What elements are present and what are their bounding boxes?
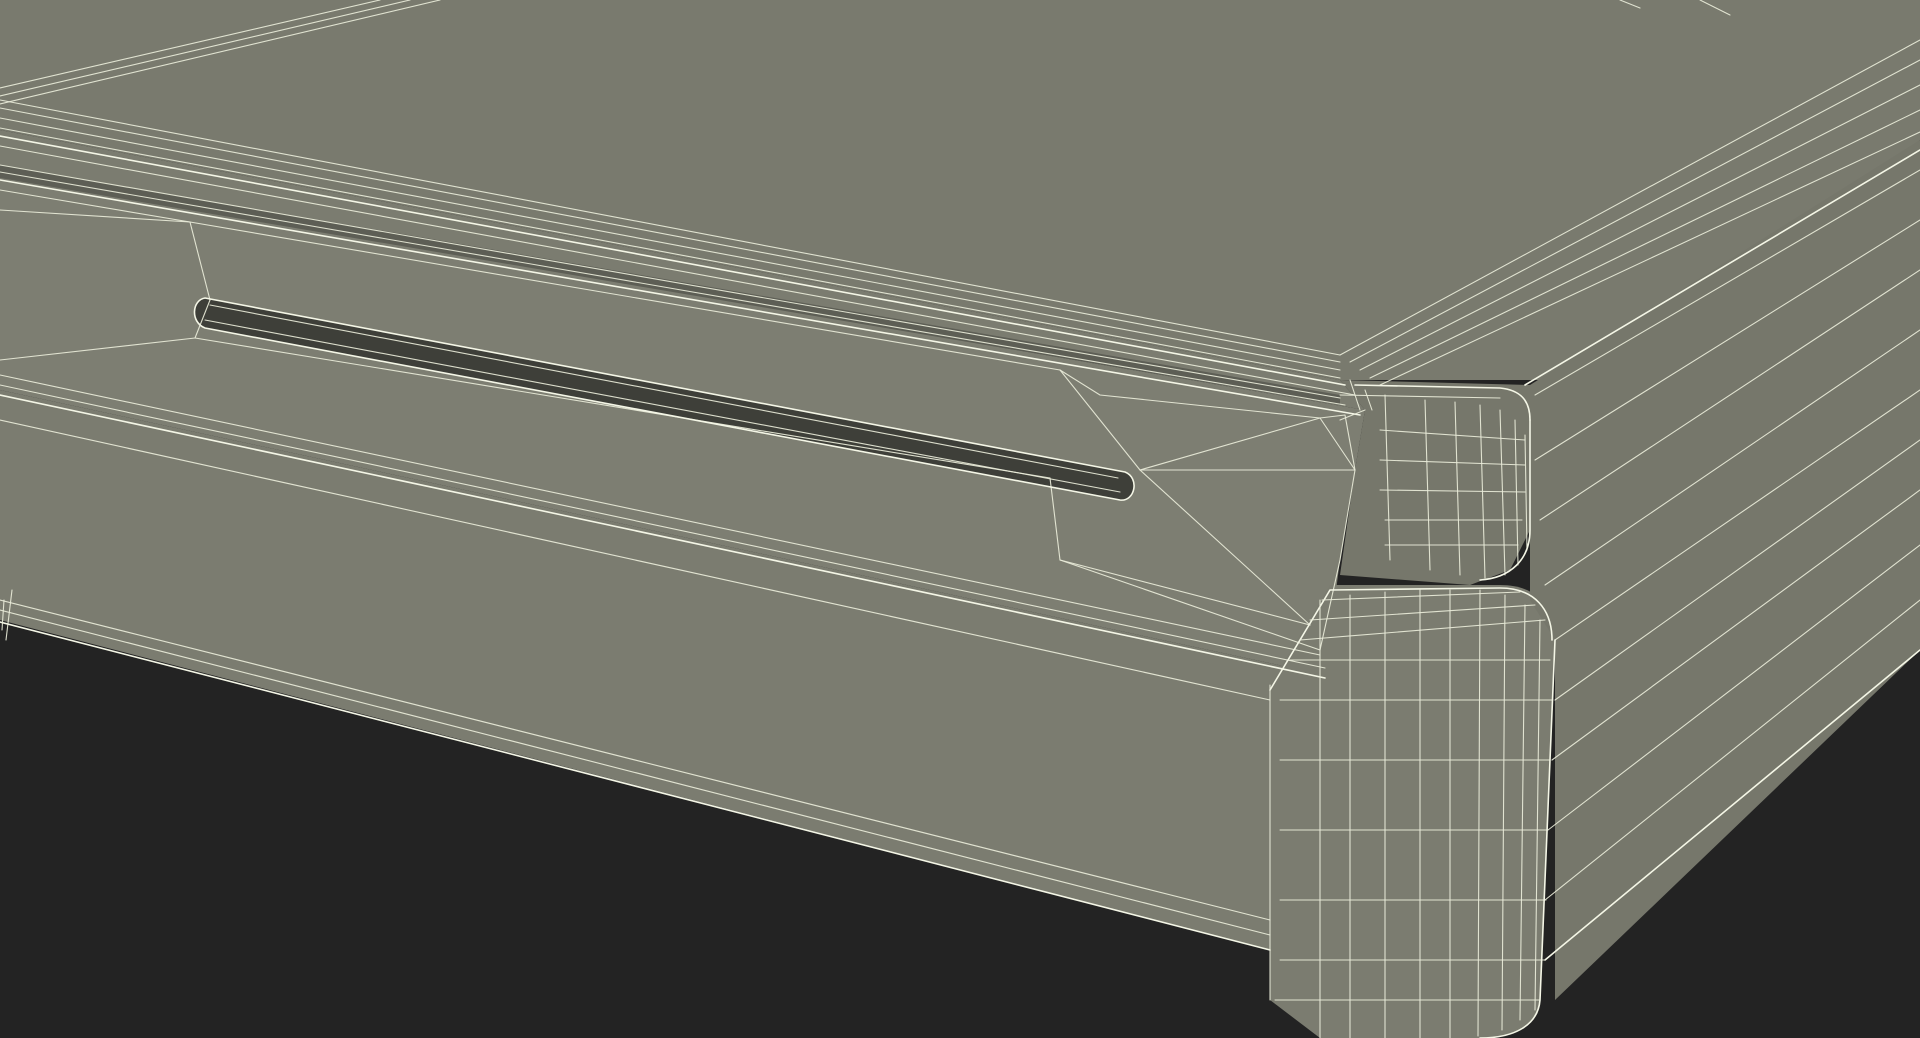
corner-block (1340, 380, 1530, 585)
wireframe-render-viewport (0, 0, 1920, 1038)
